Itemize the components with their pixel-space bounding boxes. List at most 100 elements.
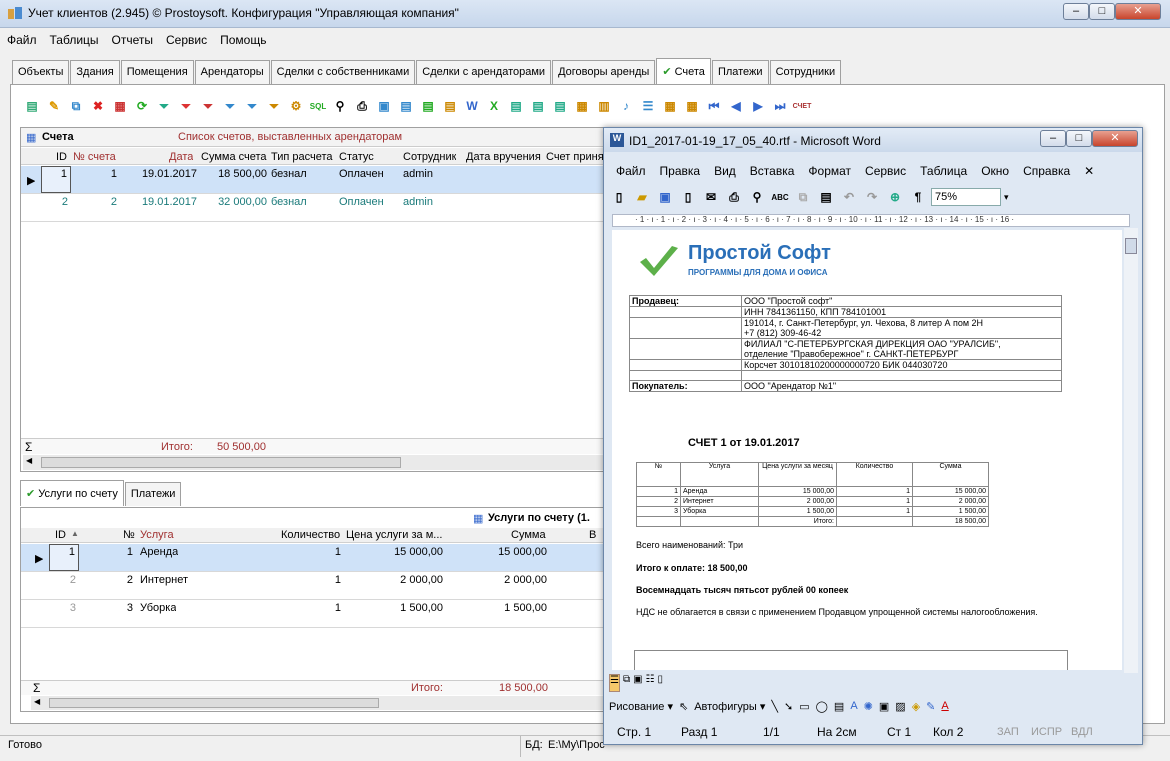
word-menu-table[interactable]: Таблица [913, 161, 974, 181]
tab-leases[interactable]: Договоры аренды [552, 60, 656, 84]
cell-date[interactable]: 19.01.2017 [121, 196, 197, 208]
word-menu-edit[interactable]: Правка [653, 161, 708, 181]
autoshapes-menu[interactable]: Автофигуры ▾ [694, 700, 765, 713]
status-trk[interactable]: ИСПР [1031, 726, 1071, 738]
scroll-thumb[interactable] [1125, 238, 1137, 254]
textbox-icon[interactable]: ▤ [834, 700, 844, 713]
table-icon[interactable]: ▦ [660, 96, 680, 116]
refresh-icon[interactable]: ⟳ [132, 96, 152, 116]
save-icon[interactable]: ▣ [655, 187, 675, 207]
word-menu-window[interactable]: Окно [974, 161, 1016, 181]
paste-icon[interactable]: ▤ [816, 187, 836, 207]
cell-sum[interactable]: 15 000,00 [449, 546, 547, 558]
sort-icon[interactable]: ⏷ [264, 96, 284, 116]
delete-icon[interactable]: ✖ [88, 96, 108, 116]
col-status[interactable]: Статус [339, 151, 374, 163]
txt-icon[interactable]: ▤ [550, 96, 570, 116]
show-formatting-icon[interactable]: ¶ [908, 187, 928, 207]
col-number[interactable]: № счета [73, 151, 116, 163]
clipart-icon[interactable]: ▣ [879, 700, 889, 713]
outline-view-icon[interactable]: ☷ [646, 674, 655, 692]
cell-qty[interactable]: 1 [281, 546, 341, 558]
cell-employee[interactable]: admin [403, 196, 433, 208]
tab-services[interactable]: ✔ Услуги по счету [20, 480, 124, 506]
cell-id[interactable]: 2 [41, 196, 71, 208]
scroll-left-icon[interactable]: ◀ [34, 697, 40, 706]
line-icon[interactable]: ╲ [771, 700, 778, 713]
filter-settings-icon[interactable]: ⏷ [242, 96, 262, 116]
undo-icon[interactable]: ↶ [839, 187, 859, 207]
cell-price[interactable]: 2 000,00 [346, 574, 443, 586]
export-word-icon[interactable]: W [462, 96, 482, 116]
redo-icon[interactable]: ↷ [862, 187, 882, 207]
word-menu-file[interactable]: Файл [609, 161, 653, 181]
cell-qty[interactable]: 1 [281, 602, 341, 614]
cell-id[interactable]: 3 [49, 602, 79, 614]
csv-icon[interactable]: ▤ [528, 96, 548, 116]
reading-view-icon[interactable]: ▯ [658, 674, 664, 692]
filter-remove-icon[interactable]: ⏷ [198, 96, 218, 116]
copy-icon[interactable]: ⧉ [66, 96, 86, 116]
cell-service[interactable]: Интернет [140, 574, 188, 586]
line-color-icon[interactable]: ✎ [926, 700, 935, 713]
cell-service[interactable]: Аренда [140, 546, 178, 558]
minimize-button[interactable]: ‒ [1063, 3, 1089, 20]
cell-sum[interactable]: 18 500,00 [201, 168, 267, 180]
col-sum[interactable]: Сумма счета [201, 151, 267, 163]
calc-icon[interactable]: ▦ [572, 96, 592, 116]
scroll-thumb[interactable] [41, 457, 401, 468]
export-icon[interactable]: ▤ [396, 96, 416, 116]
hyperlink-icon[interactable]: ⊕ [885, 187, 905, 207]
word-menu-tools[interactable]: Сервис [858, 161, 913, 181]
tab-premises[interactable]: Помещения [120, 60, 194, 84]
select-objects-icon[interactable]: ⇖ [679, 700, 688, 713]
doc-close-icon[interactable]: ✕ [1077, 161, 1094, 181]
arrow-icon[interactable]: ➘ [784, 700, 793, 713]
rectangle-icon[interactable]: ▭ [799, 700, 809, 713]
maximize-button[interactable]: □ [1089, 3, 1115, 20]
document-page[interactable]: Простой Софт ПРОГРАММЫ ДЛЯ ДОМА И ОФИСА … [612, 230, 1122, 670]
cell-status[interactable]: Оплачен [339, 168, 384, 180]
wordart-icon[interactable]: A [850, 700, 857, 712]
word-minimize-button[interactable]: ‒ [1040, 130, 1066, 147]
col-sum[interactable]: Сумма [511, 529, 546, 541]
email-icon[interactable]: ✉ [701, 187, 721, 207]
cell-type[interactable]: безнал [271, 168, 307, 180]
scrollbar[interactable]: ◀ [23, 455, 603, 470]
cell-price[interactable]: 1 500,00 [346, 602, 443, 614]
cell-service[interactable]: Уборка [140, 602, 176, 614]
cell-number[interactable]: 1 [71, 168, 117, 180]
cell-type[interactable]: безнал [271, 196, 307, 208]
cell-sum[interactable]: 32 000,00 [201, 196, 267, 208]
close-button[interactable]: ✕ [1115, 3, 1161, 20]
tab-invoices[interactable]: ✔ Счета [656, 58, 711, 84]
edit-icon[interactable]: ✎ [44, 96, 64, 116]
filter-edit-icon[interactable]: ⏷ [220, 96, 240, 116]
export-excel-icon[interactable]: ▤ [418, 96, 438, 116]
ruler[interactable]: · 1 · ı · 1 · ı · 2 · ı · 3 · ı · 4 · ı … [612, 214, 1130, 227]
tab-buildings[interactable]: Здания [70, 60, 120, 84]
diagram-icon[interactable]: ✺ [864, 700, 873, 713]
scrollbar[interactable]: ◀ [31, 696, 603, 710]
prev-record-icon[interactable]: ◀ [726, 96, 746, 116]
col-id[interactable]: ID [56, 151, 67, 163]
preview-icon[interactable]: ▣ [374, 96, 394, 116]
invoice-icon[interactable]: СЧЕТ [792, 96, 812, 116]
web-view-icon[interactable]: ⧉ [623, 674, 630, 692]
table-row[interactable]: ▶ 1 1 Аренда 1 15 000,00 15 000,00 [21, 544, 604, 572]
font-color-icon[interactable]: A [941, 700, 948, 712]
col-qty[interactable]: Количество [281, 529, 340, 541]
table-row[interactable]: 2 2 19.01.2017 32 000,00 безнал Оплачен … [21, 194, 604, 222]
first-record-icon[interactable]: ⏮ [704, 96, 724, 116]
normal-view-icon[interactable]: ☰ [609, 674, 620, 692]
col-type[interactable]: Тип расчета [271, 151, 333, 163]
chevron-down-icon[interactable]: ▾ [1004, 192, 1009, 203]
col-service[interactable]: Услуга [140, 529, 174, 541]
cell-id[interactable]: 1 [49, 544, 79, 571]
tab-objects[interactable]: Объекты [12, 60, 70, 84]
export-xml-icon[interactable]: ▤ [440, 96, 460, 116]
col-number[interactable]: № [123, 529, 135, 541]
tab-staff[interactable]: Сотрудники [769, 60, 842, 84]
list-icon[interactable]: ☰ [638, 96, 658, 116]
add-icon[interactable]: ▤ [22, 96, 42, 116]
